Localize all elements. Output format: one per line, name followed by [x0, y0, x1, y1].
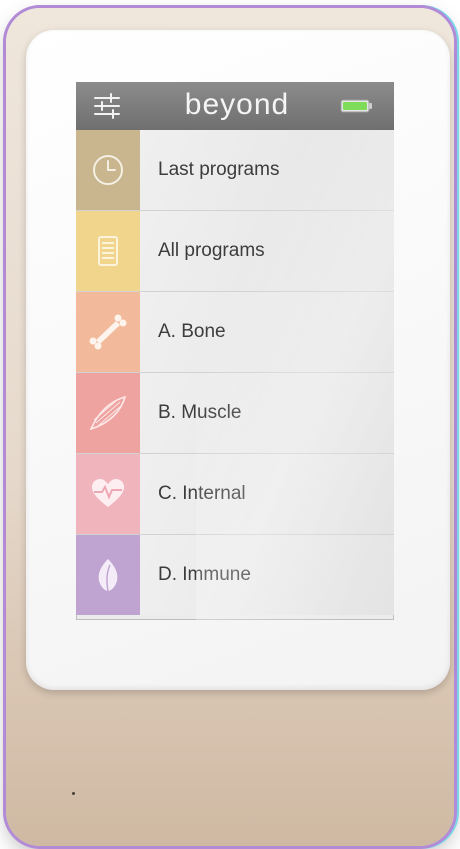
bone-icon — [89, 314, 127, 350]
menu-item-all-programs[interactable]: All programs — [76, 211, 394, 292]
tile-internal — [76, 454, 140, 534]
list-icon — [98, 236, 118, 266]
settings-sliders-icon[interactable] — [92, 92, 122, 120]
menu-item-internal[interactable]: C. Internal — [76, 454, 394, 535]
tile-muscle — [76, 373, 140, 453]
speaker-dot — [72, 792, 75, 795]
tile-last-programs — [76, 130, 140, 210]
screen: beyond Last programs All programs A. Bon… — [76, 82, 394, 620]
menu-item-muscle[interactable]: B. Muscle — [76, 373, 394, 454]
menu-item-label: D. Immune — [158, 564, 251, 585]
menu-item-label: All programs — [158, 240, 265, 261]
tile-bone — [76, 292, 140, 372]
tile-immune — [76, 535, 140, 615]
menu-item-label: C. Internal — [158, 483, 246, 504]
menu-item-last-programs[interactable]: Last programs — [76, 130, 394, 211]
brand-logo: beyond — [184, 88, 290, 121]
heart-pulse-icon — [92, 479, 124, 507]
menu-item-bone[interactable]: A. Bone — [76, 292, 394, 373]
menu-item-immune[interactable]: D. Immune — [76, 535, 394, 615]
leaf-icon — [98, 559, 118, 592]
clock-icon — [93, 155, 123, 185]
muscle-icon — [89, 395, 127, 431]
menu-item-label: A. Bone — [158, 321, 226, 342]
header-bar: beyond — [76, 82, 394, 130]
program-menu: Last programs All programs A. Bone B. Mu… — [76, 130, 394, 615]
tile-all-programs — [76, 211, 140, 291]
menu-item-label: B. Muscle — [158, 402, 242, 423]
battery-icon — [340, 99, 372, 113]
menu-item-label: Last programs — [158, 159, 280, 180]
